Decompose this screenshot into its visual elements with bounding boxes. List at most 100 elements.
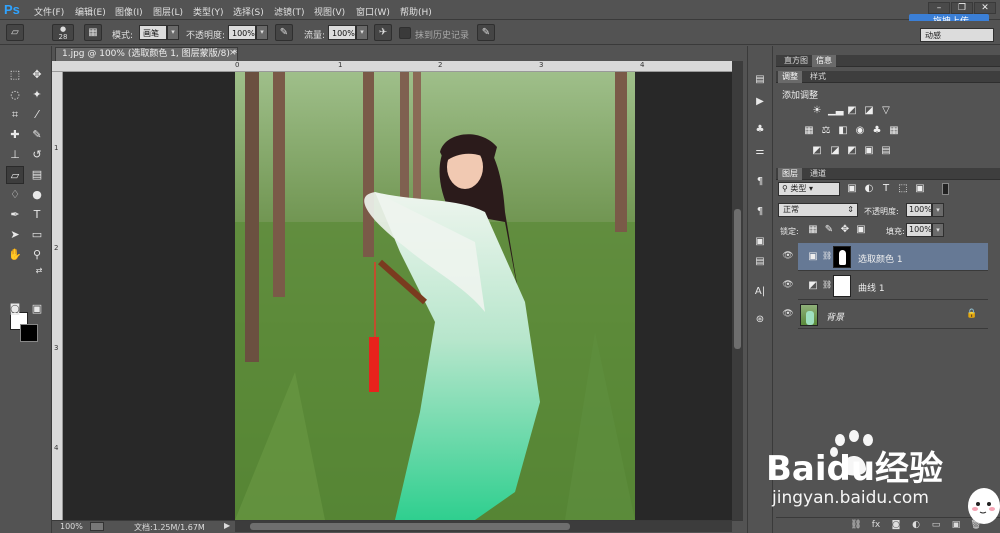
lock-position-icon[interactable]: ✥ — [838, 224, 852, 236]
lock-transparency-icon[interactable]: ▦ — [806, 224, 820, 236]
move-tool-icon[interactable]: ✥ — [28, 66, 46, 84]
layer-opacity-input[interactable]: 100% — [906, 203, 932, 217]
filter-shape-icon[interactable]: ⬚ — [896, 183, 910, 195]
eraser-preset-icon[interactable]: ▱ — [6, 24, 24, 41]
eyedropper-tool-icon[interactable]: ⁄ — [28, 106, 46, 124]
menu-select[interactable]: 选择(S) — [233, 5, 264, 18]
layer-mask-thumbnail[interactable] — [833, 275, 851, 297]
posterize-icon[interactable]: ◪ — [828, 145, 842, 157]
fill-dropdown-icon[interactable]: ▾ — [932, 223, 944, 237]
layer-opacity-dropdown-icon[interactable]: ▾ — [932, 203, 944, 217]
crop-tool-icon[interactable]: ⌗ — [6, 106, 24, 124]
filter-pixel-icon[interactable]: ▣ — [845, 183, 859, 195]
curves-icon[interactable]: ◩ — [845, 105, 859, 117]
new-group-icon[interactable]: ▭ — [930, 519, 942, 531]
gradient-map-icon[interactable]: ▤ — [879, 145, 893, 157]
mode-select[interactable]: 画笔 — [139, 25, 167, 40]
document-tab[interactable]: 1.jpg @ 100% (选取颜色 1, 图层蒙版/8) * — [55, 47, 238, 61]
hue-saturation-icon[interactable]: ▦ — [802, 125, 816, 137]
layer-name[interactable]: 背景 — [826, 310, 844, 323]
photo-canvas[interactable] — [235, 72, 635, 520]
visibility-eye-icon[interactable]: 👁 — [782, 251, 794, 263]
quick-mask-icon[interactable]: ◙ — [6, 300, 24, 318]
type-tool-icon[interactable]: T — [28, 206, 46, 224]
vibrance-icon[interactable]: ▽ — [879, 105, 893, 117]
layer-filter-select[interactable]: ⚲ 类型 ▾ — [778, 182, 840, 196]
filter-toggle[interactable] — [942, 183, 949, 195]
brush-panel-icon[interactable]: ▦ — [84, 24, 102, 41]
color-lookup-icon[interactable]: ▦ — [887, 125, 901, 137]
black-white-icon[interactable]: ◧ — [836, 125, 850, 137]
fill-input[interactable]: 100% — [906, 223, 932, 237]
layer-style-icon[interactable]: fx — [870, 519, 882, 531]
status-arrow-icon[interactable]: ▶ — [224, 521, 230, 530]
filter-smart-icon[interactable]: ▣ — [913, 183, 927, 195]
opacity-input[interactable]: 100% — [228, 25, 256, 40]
color-balance-icon[interactable]: ⚖ — [819, 125, 833, 137]
channel-mixer-icon[interactable]: ♣ — [870, 125, 884, 137]
lock-all-icon[interactable]: ▣ — [854, 224, 868, 236]
blend-mode-select[interactable]: 正常 ⇕ — [778, 203, 858, 217]
opacity-dropdown-icon[interactable]: ▾ — [256, 25, 268, 40]
menu-layer[interactable]: 图层(L) — [153, 5, 183, 18]
menu-view[interactable]: 视图(V) — [314, 5, 345, 18]
hand-tool-icon[interactable]: ✋ — [6, 246, 24, 264]
add-mask-icon[interactable]: ◙ — [890, 519, 902, 531]
swap-colors-icon[interactable]: ⇄ — [30, 262, 48, 280]
brush-tool-icon[interactable]: ✎ — [28, 126, 46, 144]
minimize-button[interactable]: – — [928, 2, 950, 14]
menu-edit[interactable]: 编辑(E) — [75, 5, 106, 18]
history-panel-icon[interactable]: ▤ — [751, 72, 769, 88]
flow-dropdown-icon[interactable]: ▾ — [356, 25, 368, 40]
tab-adjustments[interactable]: 调整 — [778, 71, 802, 83]
lock-pixels-icon[interactable]: ✎ — [822, 224, 836, 236]
tab-channels[interactable]: 通道 — [806, 168, 830, 180]
erase-history-checkbox[interactable] — [399, 27, 411, 39]
new-layer-icon[interactable]: ▣ — [950, 519, 962, 531]
blur-tool-icon[interactable]: ♢ — [6, 186, 24, 204]
menu-window[interactable]: 窗口(W) — [356, 5, 390, 18]
tab-styles[interactable]: 样式 — [806, 71, 830, 83]
ruler-horizontal[interactable]: 0 1 2 3 4 — [52, 61, 732, 72]
pressure-size-icon[interactable]: ✎ — [477, 24, 495, 41]
visibility-eye-icon[interactable]: 👁 — [782, 309, 794, 321]
menu-type[interactable]: 类型(Y) — [193, 5, 224, 18]
background-color-swatch[interactable] — [20, 324, 38, 342]
vertical-scroll-thumb[interactable] — [734, 209, 741, 349]
brush-size-picker[interactable]: ● 28 — [52, 24, 74, 41]
airbrush-icon[interactable]: ✈ — [374, 24, 392, 41]
gradient-tool-icon[interactable]: ▤ — [28, 166, 46, 184]
eraser-tool-icon[interactable]: ▱ — [6, 166, 24, 184]
menu-file[interactable]: 文件(F) — [34, 5, 64, 18]
new-adjustment-icon[interactable]: ◐ — [910, 519, 922, 531]
tool-presets-icon[interactable]: ♣ — [751, 122, 769, 138]
close-tab-icon[interactable]: × — [229, 48, 237, 60]
history-brush-tool-icon[interactable]: ↺ — [28, 146, 46, 164]
filter-type-icon[interactable]: T — [879, 183, 893, 195]
dodge-tool-icon[interactable]: ● — [28, 186, 46, 204]
levels-icon[interactable]: ▁▃ — [828, 105, 843, 117]
background-thumbnail[interactable] — [800, 304, 818, 326]
menu-filter[interactable]: 滤镜(T) — [274, 5, 305, 18]
navigator-icon[interactable]: ▣ — [751, 234, 769, 250]
magic-wand-tool-icon[interactable]: ✦ — [28, 86, 46, 104]
marquee-tool-icon[interactable]: ⬚ — [6, 66, 24, 84]
visibility-eye-icon[interactable]: 👁 — [782, 280, 794, 292]
clone-source-icon[interactable]: ⊛ — [751, 312, 769, 328]
character-icon[interactable]: A| — [751, 284, 769, 300]
threshold-icon[interactable]: ◩ — [845, 145, 859, 157]
horizontal-scroll-thumb[interactable] — [250, 523, 570, 530]
layer-mask-thumbnail[interactable] — [833, 246, 851, 268]
workspace-select[interactable]: 动感 — [920, 28, 994, 42]
brightness-icon[interactable]: ☀ — [810, 105, 824, 117]
tab-info[interactable]: 信息 — [812, 55, 836, 67]
tab-layers[interactable]: 图层 — [778, 168, 802, 180]
exposure-icon[interactable]: ◪ — [862, 105, 876, 117]
layer-name[interactable]: 曲线 1 — [858, 281, 885, 294]
close-window-button[interactable]: ✕ — [974, 2, 996, 14]
layer-name[interactable]: 选取颜色 1 — [858, 252, 903, 265]
menu-help[interactable]: 帮助(H) — [400, 5, 432, 18]
link-icon[interactable]: ⛓ — [822, 251, 832, 260]
status-icon[interactable] — [90, 522, 104, 531]
notes-icon[interactable]: ▤ — [751, 254, 769, 270]
